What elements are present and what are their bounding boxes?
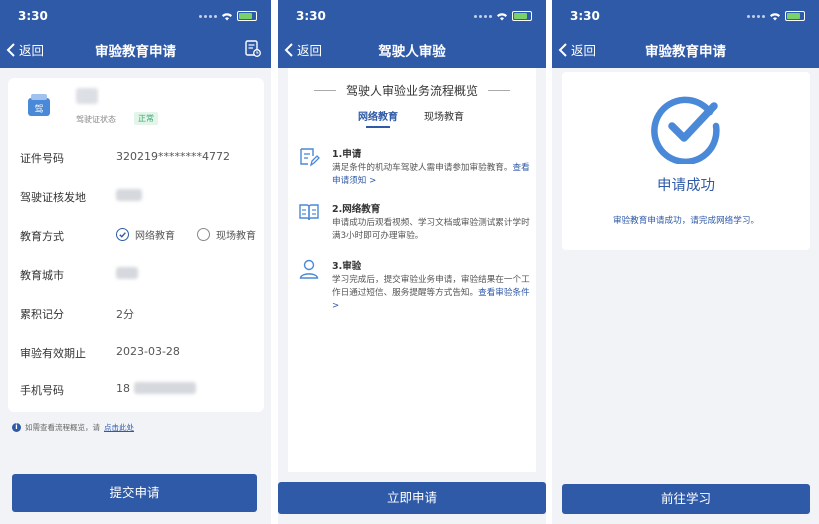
step-review: 3.审验 学习完成后，提交审验业务申请，审验结果在一个工作日通过短信、服务提醒等…	[298, 258, 530, 322]
radio-online[interactable]	[116, 228, 129, 241]
field-value-redacted	[116, 267, 138, 282]
checkmark-icon	[119, 232, 126, 238]
step-description: 申请成功后观看视频、学习文档或审验测试累计学时满3小时即可办理审验。	[332, 218, 530, 241]
header-bar: 3:30 返回 审验教育申请	[552, 0, 819, 68]
status-bar: 3:30	[296, 9, 532, 25]
tip-link[interactable]: 点击此处	[104, 422, 134, 433]
signal-dots-icon	[474, 14, 492, 18]
field-label: 手机号码	[20, 384, 64, 397]
header-bar: 3:30 返回 驾驶人审验	[278, 0, 546, 68]
wifi-icon	[497, 12, 507, 20]
field-value: 18	[116, 382, 196, 395]
field-value: 2023-03-28	[116, 345, 180, 358]
nav-bar: 返回 审验教育申请	[0, 38, 271, 62]
apply-now-button[interactable]: 立即申请	[278, 482, 546, 514]
field-label: 累积记分	[20, 308, 64, 321]
status-badge: 正常	[134, 112, 158, 125]
status-time: 3:30	[18, 9, 48, 23]
driving-license-icon: 驾	[28, 94, 50, 116]
field-row-points: 累积记分 2分	[20, 306, 256, 326]
step-online-education: 2.网络教育 申请成功后观看视频、学习文档或审验测试累计学时满3小时即可办理审验…	[298, 201, 530, 249]
tip-text: 如需查看流程概览，请	[25, 423, 100, 432]
application-form-card: 驾 驾驶证状态 正常 证件号码 320219********4772 驾驶证核发…	[8, 78, 264, 412]
tab-onsite[interactable]: 现场教育	[424, 108, 464, 123]
education-mode-radio-group: 网络教育 现场教育	[116, 227, 256, 242]
field-label: 教育城市	[20, 269, 64, 282]
step-title: 1.申请	[332, 149, 362, 160]
nav-bar: 返回 审验教育申请	[552, 38, 819, 62]
field-label: 驾驶证核发地	[20, 191, 86, 204]
step-title: 3.审验	[332, 261, 362, 272]
field-row-issuing-place: 驾驶证核发地	[20, 189, 256, 209]
info-icon: i	[12, 423, 21, 432]
battery-icon	[785, 11, 805, 21]
step-title: 2.网络教育	[332, 204, 381, 215]
field-row-expiry: 审验有效期止 2023-03-28	[20, 345, 256, 365]
record-list-icon[interactable]	[245, 40, 261, 58]
status-bar: 3:30	[18, 9, 257, 25]
flow-title: 驾驶人审验业务流程概览	[288, 82, 536, 99]
field-value: 2分	[116, 308, 134, 321]
step-apply: 1.申请 满足条件的机动车驾驶人需申请参加审验教育。查看申请须知 >	[298, 146, 530, 194]
step-description: 满足条件的机动车驾驶人需申请参加审验教育。查看申请须知 >	[332, 162, 530, 188]
phone-redacted	[134, 382, 196, 394]
page-title: 审验教育申请	[95, 44, 176, 60]
success-title: 申请成功	[657, 178, 715, 194]
field-row-education-mode: 教育方式 网络教育 现场教育	[20, 228, 256, 248]
tab-online[interactable]: 网络教育	[358, 108, 398, 128]
field-row-phone: 手机号码 18	[20, 382, 256, 402]
screen-driver-review: 3:30 返回 驾驶人审验 驾驶人审验业务流程概览 网络教育 现场教育 1.申请…	[278, 0, 546, 524]
screen-education-application: 3:30 返回 审验教育申请 驾 驾驶证状态 正常 证件号码 320219***…	[0, 0, 271, 524]
battery-icon	[512, 11, 532, 21]
status-icons	[474, 11, 532, 21]
page-title: 审验教育申请	[645, 44, 726, 60]
step-description: 学习完成后，提交审验业务申请，审验结果在一个工作日通过短信、服务提醒等方式告知。…	[332, 274, 530, 313]
status-icons	[747, 11, 805, 21]
field-row-education-city: 教育城市	[20, 267, 256, 287]
field-row-id-number: 证件号码 320219********4772	[20, 150, 256, 170]
user-icon	[299, 259, 319, 279]
apply-form-icon	[300, 148, 320, 167]
field-label: 教育方式	[20, 230, 64, 243]
phone-prefix: 18	[116, 382, 130, 395]
license-status-label: 驾驶证状态	[76, 115, 116, 124]
license-icon-text: 驾	[34, 104, 43, 115]
radio-online-label: 网络教育	[135, 231, 175, 242]
step-desc-text: 满足条件的机动车驾驶人需申请参加审验教育。	[332, 163, 513, 173]
signal-dots-icon	[747, 14, 765, 18]
status-time: 3:30	[570, 9, 600, 23]
go-study-button[interactable]: 前往学习	[562, 484, 810, 514]
success-check-icon	[651, 96, 720, 164]
success-message: 审验教育申请成功，请完成网络学习。	[612, 216, 760, 226]
field-label: 审验有效期止	[20, 347, 86, 360]
status-time: 3:30	[296, 9, 326, 23]
signal-dots-icon	[199, 14, 217, 18]
page-title: 驾驶人审验	[378, 44, 446, 60]
radio-onsite-label: 现场教育	[216, 231, 256, 242]
radio-onsite[interactable]	[197, 228, 210, 241]
screen-application-success: 3:30 返回 审验教育申请 申请成功 审验教育申请成功，请完成网络学习。 前往…	[552, 0, 819, 524]
flow-overview-tip: i 如需查看流程概览，请 点击此处	[12, 422, 134, 433]
battery-icon	[237, 11, 257, 21]
flow-overview-card: 驾驶人审验业务流程概览 网络教育 现场教育 1.申请 满足条件的机动车驾驶人需申…	[288, 68, 536, 472]
field-value: 320219********4772	[116, 150, 230, 163]
education-tabs: 网络教育 现场教育	[288, 108, 536, 130]
wifi-icon	[770, 12, 780, 20]
nav-bar: 返回 驾驶人审验	[278, 38, 546, 62]
header-bar: 3:30 返回 审验教育申请	[0, 0, 271, 68]
status-bar: 3:30	[570, 9, 805, 25]
field-value-redacted	[116, 189, 142, 204]
submit-application-button[interactable]: 提交申请	[12, 474, 257, 512]
driver-name-redacted	[76, 88, 98, 104]
field-label: 证件号码	[20, 152, 64, 165]
wifi-icon	[222, 12, 232, 20]
book-icon	[299, 204, 319, 221]
status-icons	[199, 11, 257, 21]
screenshot-collage: 3:30 返回 审验教育申请 驾 驾驶证状态 正常 证件号码 320219***…	[0, 0, 819, 524]
success-card: 申请成功 审验教育申请成功，请完成网络学习。	[562, 72, 810, 250]
